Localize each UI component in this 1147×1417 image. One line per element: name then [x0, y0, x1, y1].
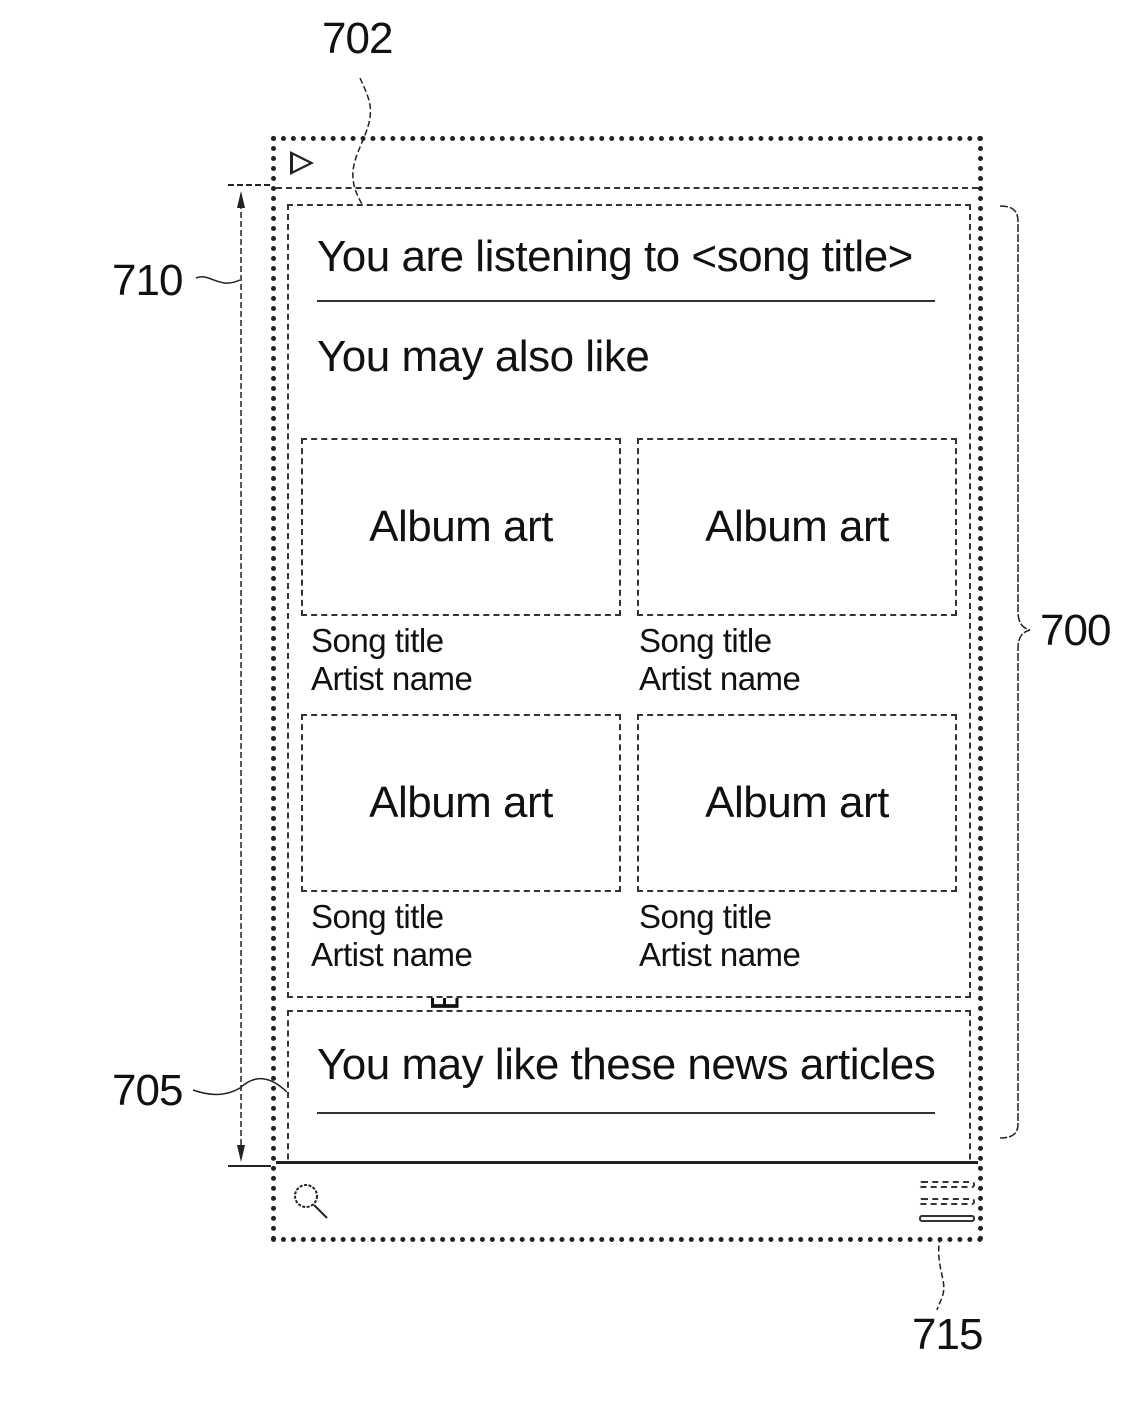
menu-icon[interactable] [919, 1179, 975, 1227]
menu-bar-line [919, 1215, 975, 1222]
scroll-arrow-up [237, 191, 245, 208]
top-bar [276, 141, 978, 189]
recommendation-item[interactable]: Album art Song title Artist name [301, 438, 621, 698]
listening-text: You are listening to <song title> [317, 232, 913, 281]
recommendation-item[interactable]: Album art Song title Artist name [637, 714, 957, 974]
divider [317, 300, 935, 302]
now-playing-card: You are listening to <song title> You ma… [287, 204, 971, 998]
album-art[interactable]: Album art [301, 438, 621, 616]
artist-name: Artist name [639, 660, 801, 697]
brace-700 [999, 205, 1031, 1139]
artist-name: Artist name [311, 660, 473, 697]
news-card: You may like these news articles [287, 1010, 971, 1180]
device-frame: You are listening to <song title> You ma… [271, 136, 983, 1242]
news-heading: You may like these news articles [317, 1040, 936, 1089]
song-title: Song title [311, 622, 444, 659]
play-icon[interactable] [290, 151, 314, 175]
album-art[interactable]: Album art [637, 438, 957, 616]
artist-name: Artist name [311, 936, 473, 973]
recommend-heading: You may also like [317, 332, 650, 381]
menu-bar-line [919, 1198, 975, 1205]
album-art[interactable]: Album art [637, 714, 957, 892]
divider [317, 1112, 935, 1114]
recommendation-item[interactable]: Album art Song title Artist name [301, 714, 621, 974]
leader-710 [195, 276, 241, 284]
menu-bar-line [919, 1181, 975, 1188]
song-title: Song title [311, 898, 444, 935]
song-title: Song title [639, 622, 772, 659]
scroll-arrow-down [237, 1145, 245, 1162]
album-art[interactable]: Album art [301, 714, 621, 892]
recommendation-item[interactable]: Album art Song title Artist name [637, 438, 957, 698]
song-title: Song title [639, 898, 772, 935]
bottom-bar [276, 1161, 978, 1237]
artist-name: Artist name [639, 936, 801, 973]
search-icon[interactable] [290, 1180, 336, 1224]
